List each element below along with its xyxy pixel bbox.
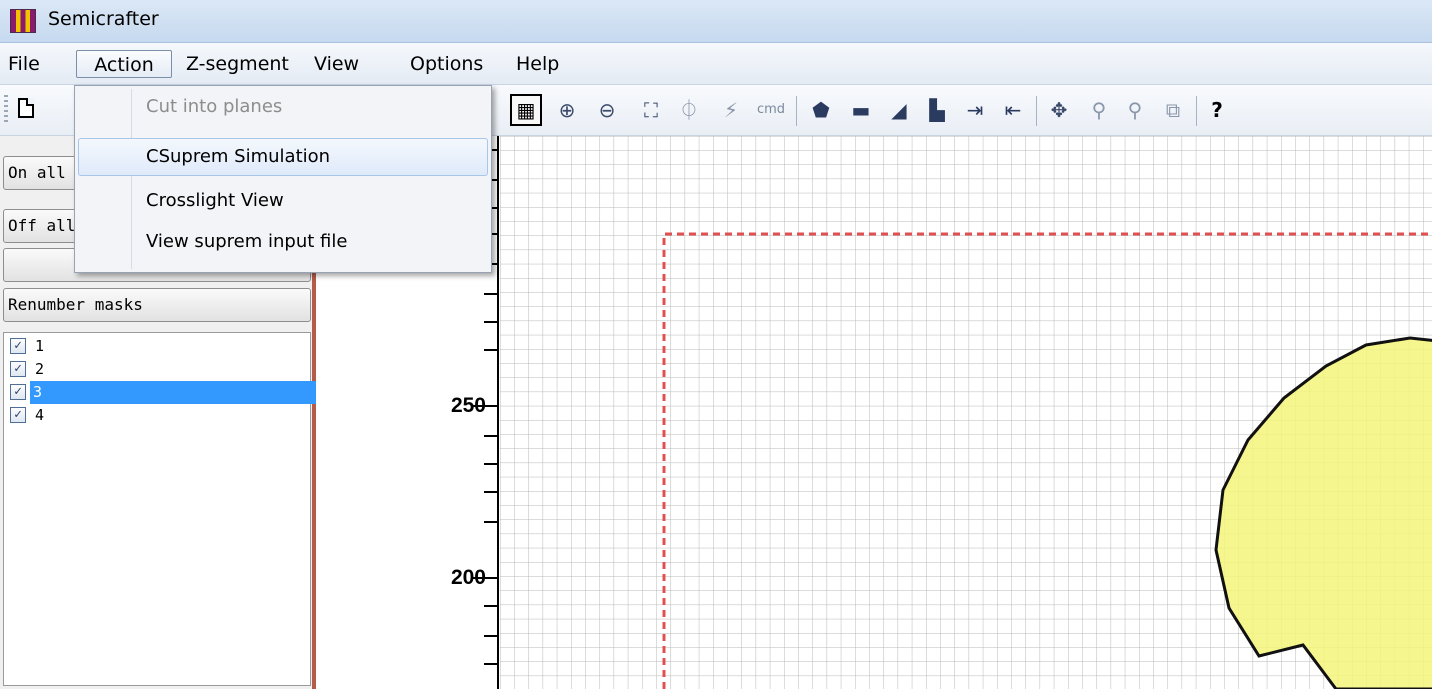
zoom-fit-icon[interactable]: ⛶ <box>638 97 664 123</box>
menu-bar: File Action Z-segment View Options Help <box>0 43 1432 85</box>
menu-z-segment[interactable]: Z-segment <box>180 50 295 78</box>
zoom-minus-icon[interactable]: ⚲ <box>1122 97 1148 123</box>
arrow-shape-icon[interactable]: ◢ <box>886 97 912 123</box>
mask-label: 3 <box>30 381 318 404</box>
polygon-icon[interactable]: ⬟ <box>808 97 834 123</box>
menu-item-cut-into-planes[interactable]: Cut into planes <box>78 88 488 126</box>
mask-label: 4 <box>35 406 45 424</box>
ruler-label: 250 <box>450 394 486 417</box>
app-icon[interactable] <box>10 9 36 33</box>
mask-row-selected[interactable]: ✓ 3 <box>6 381 318 404</box>
menu-action[interactable]: Action <box>76 50 172 78</box>
menu-item-label: CSuprem Simulation <box>146 146 331 167</box>
zoom-out-icon[interactable]: ⊖ <box>594 97 620 123</box>
grid-toggle-icon[interactable]: ▦ <box>510 94 542 126</box>
mask-list[interactable]: ✓ 1 ✓ 2 ✓ 3 ✓ 4 <box>3 332 318 686</box>
ruler-label: 200 <box>450 566 486 589</box>
menu-file[interactable]: File <box>2 50 46 78</box>
new-document-icon[interactable] <box>18 98 34 118</box>
toolbar-grip[interactable] <box>4 95 8 125</box>
layout-canvas[interactable] <box>500 136 1432 689</box>
mask-checkbox[interactable]: ✓ <box>10 407 26 423</box>
mask-row[interactable]: ✓ 2 <box>6 358 310 381</box>
mask-label: 1 <box>35 337 45 355</box>
zoom-box-icon[interactable]: ⧉ <box>1160 97 1186 123</box>
zoom-in-icon[interactable]: ⊕ <box>554 97 580 123</box>
stack-shape-icon[interactable]: ▙ <box>924 97 950 123</box>
menu-item-label: Crosslight View <box>146 190 284 211</box>
stretch-left-icon[interactable]: ⇤ <box>1000 97 1026 123</box>
toolbar-separator <box>1036 96 1037 126</box>
window-title: Semicrafter <box>48 8 159 30</box>
menu-options[interactable]: Options <box>404 50 489 78</box>
zoom-plus-icon[interactable]: ⚲ <box>1086 97 1112 123</box>
menu-item-label: Cut into planes <box>146 96 283 117</box>
menu-help[interactable]: Help <box>510 50 565 78</box>
split-icon[interactable]: ⏀ <box>676 97 702 123</box>
menu-item-csuprem-simulation[interactable]: CSuprem Simulation <box>78 138 488 176</box>
toolbar-separator <box>796 96 797 126</box>
action-menu-dropdown: Cut into planes CSuprem Simulation Cross… <box>74 85 492 273</box>
menu-item-view-suprem-input-file[interactable]: View suprem input file <box>78 223 488 261</box>
lightning-icon[interactable]: ⚡ <box>718 97 744 123</box>
toolbar-separator <box>1196 96 1197 126</box>
mask-label: 2 <box>35 360 45 378</box>
menu-item-label: View suprem input file <box>146 231 348 252</box>
canvas-drawing[interactable] <box>500 136 1432 689</box>
menu-item-crosslight-view[interactable]: Crosslight View <box>78 182 488 220</box>
mask-checkbox[interactable]: ✓ <box>10 361 26 377</box>
mask-checkbox[interactable]: ✓ <box>10 384 26 400</box>
semicrafter-window: Semicrafter File Action Z-segment View O… <box>0 0 1432 689</box>
title-bar[interactable]: Semicrafter <box>0 0 1432 43</box>
move-icon[interactable]: ✥ <box>1046 97 1072 123</box>
menu-view[interactable]: View <box>308 50 365 78</box>
cmd-icon[interactable]: cmd <box>754 97 788 123</box>
mask-checkbox[interactable]: ✓ <box>10 338 26 354</box>
renumber-masks-button[interactable]: Renumber masks <box>3 288 311 322</box>
help-icon[interactable]: ? <box>1204 97 1230 123</box>
mask-row[interactable]: ✓ 4 <box>6 404 310 427</box>
mask-row[interactable]: ✓ 1 <box>6 335 310 358</box>
stretch-right-icon[interactable]: ⇥ <box>962 97 988 123</box>
rectangle-icon[interactable]: ▬ <box>848 97 874 123</box>
